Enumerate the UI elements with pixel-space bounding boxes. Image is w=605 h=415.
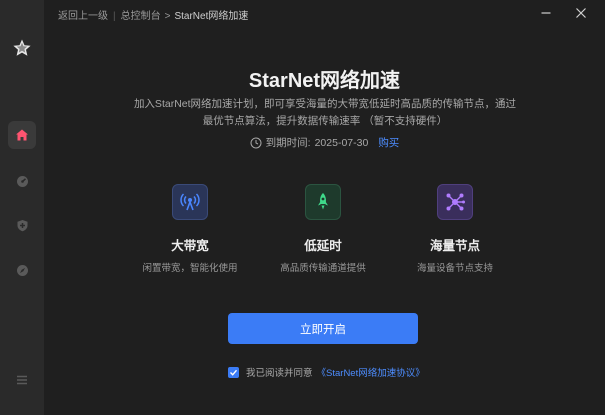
compass-icon xyxy=(16,264,28,276)
expiry-label: 到期时间: xyxy=(265,137,311,149)
sidebar xyxy=(0,0,44,415)
antenna-icon xyxy=(180,193,200,211)
feature-name: 海量节点 xyxy=(429,239,480,253)
breadcrumb: 返回上一级 | 总控制台 > StarNet网络加速 xyxy=(58,7,248,22)
feature-icon-box xyxy=(172,184,208,220)
sidebar-item-discover[interactable] xyxy=(8,256,36,284)
title-bar: 返回上一级 | 总控制台 > StarNet网络加速 xyxy=(44,0,605,26)
shield-icon xyxy=(17,219,27,231)
back-link[interactable]: 返回上一级 xyxy=(58,11,108,22)
clock-icon xyxy=(250,137,262,148)
feature-name: 大带宽 xyxy=(171,239,209,253)
close-icon xyxy=(576,8,586,18)
agreement-checkbox[interactable] xyxy=(228,366,239,378)
buy-link[interactable]: 购买 xyxy=(378,135,399,150)
page-title: StarNet网络加速 xyxy=(248,70,401,92)
breadcrumb-separator: | xyxy=(113,11,116,22)
sidebar-item-security[interactable] xyxy=(8,211,36,239)
home-icon xyxy=(16,129,28,141)
feature-description: 闲置带宽，智能化使用 xyxy=(142,263,238,274)
close-button[interactable] xyxy=(572,4,590,22)
breadcrumb-console[interactable]: 总控制台 xyxy=(121,11,161,22)
sidebar-item-home[interactable] xyxy=(8,121,36,149)
page-description: 加入StarNet网络加速计划，即可享受海量的大带宽低延时高品质的传输节点，通过… xyxy=(133,98,517,127)
expiry-info: 到期时间: 2025-07-30 购买 xyxy=(44,135,605,150)
feature-icon-box xyxy=(305,184,341,220)
feature-icon-box xyxy=(437,184,473,220)
feature-description: 海量设备节点支持 xyxy=(416,263,493,274)
agreement-text: 我已阅读并同意 xyxy=(246,368,313,379)
feature-bandwidth: 大带宽 闲置带宽，智能化使用 xyxy=(135,184,245,274)
nodes-icon xyxy=(446,193,465,211)
rocket-icon xyxy=(318,193,328,210)
star-icon xyxy=(12,38,32,58)
menu-button[interactable] xyxy=(8,366,36,394)
speedometer-icon xyxy=(16,175,28,187)
sidebar-item-speed[interactable] xyxy=(8,167,36,195)
breadcrumb-arrow: > xyxy=(164,11,171,22)
agreement-link[interactable]: 《StarNet网络加速协议》 xyxy=(317,365,425,379)
enable-now-button[interactable]: 立即开启 xyxy=(228,313,418,344)
feature-nodes: 海量节点 海量设备节点支持 xyxy=(400,184,510,274)
feature-name: 低延时 xyxy=(304,239,342,253)
minimize-button[interactable] xyxy=(537,4,555,22)
menu-icon xyxy=(17,375,27,385)
agreement-row: 我已阅读并同意 《StarNet网络加速协议》 xyxy=(228,365,425,379)
feature-latency: 低延时 高品质传输通道提供 xyxy=(268,184,378,274)
check-icon xyxy=(230,369,238,376)
breadcrumb-current: StarNet网络加速 xyxy=(174,11,249,22)
expiry-date: 2025-07-30 xyxy=(314,136,369,149)
minimize-icon xyxy=(541,12,551,14)
feature-description: 高品质传输通道提供 xyxy=(280,263,366,274)
